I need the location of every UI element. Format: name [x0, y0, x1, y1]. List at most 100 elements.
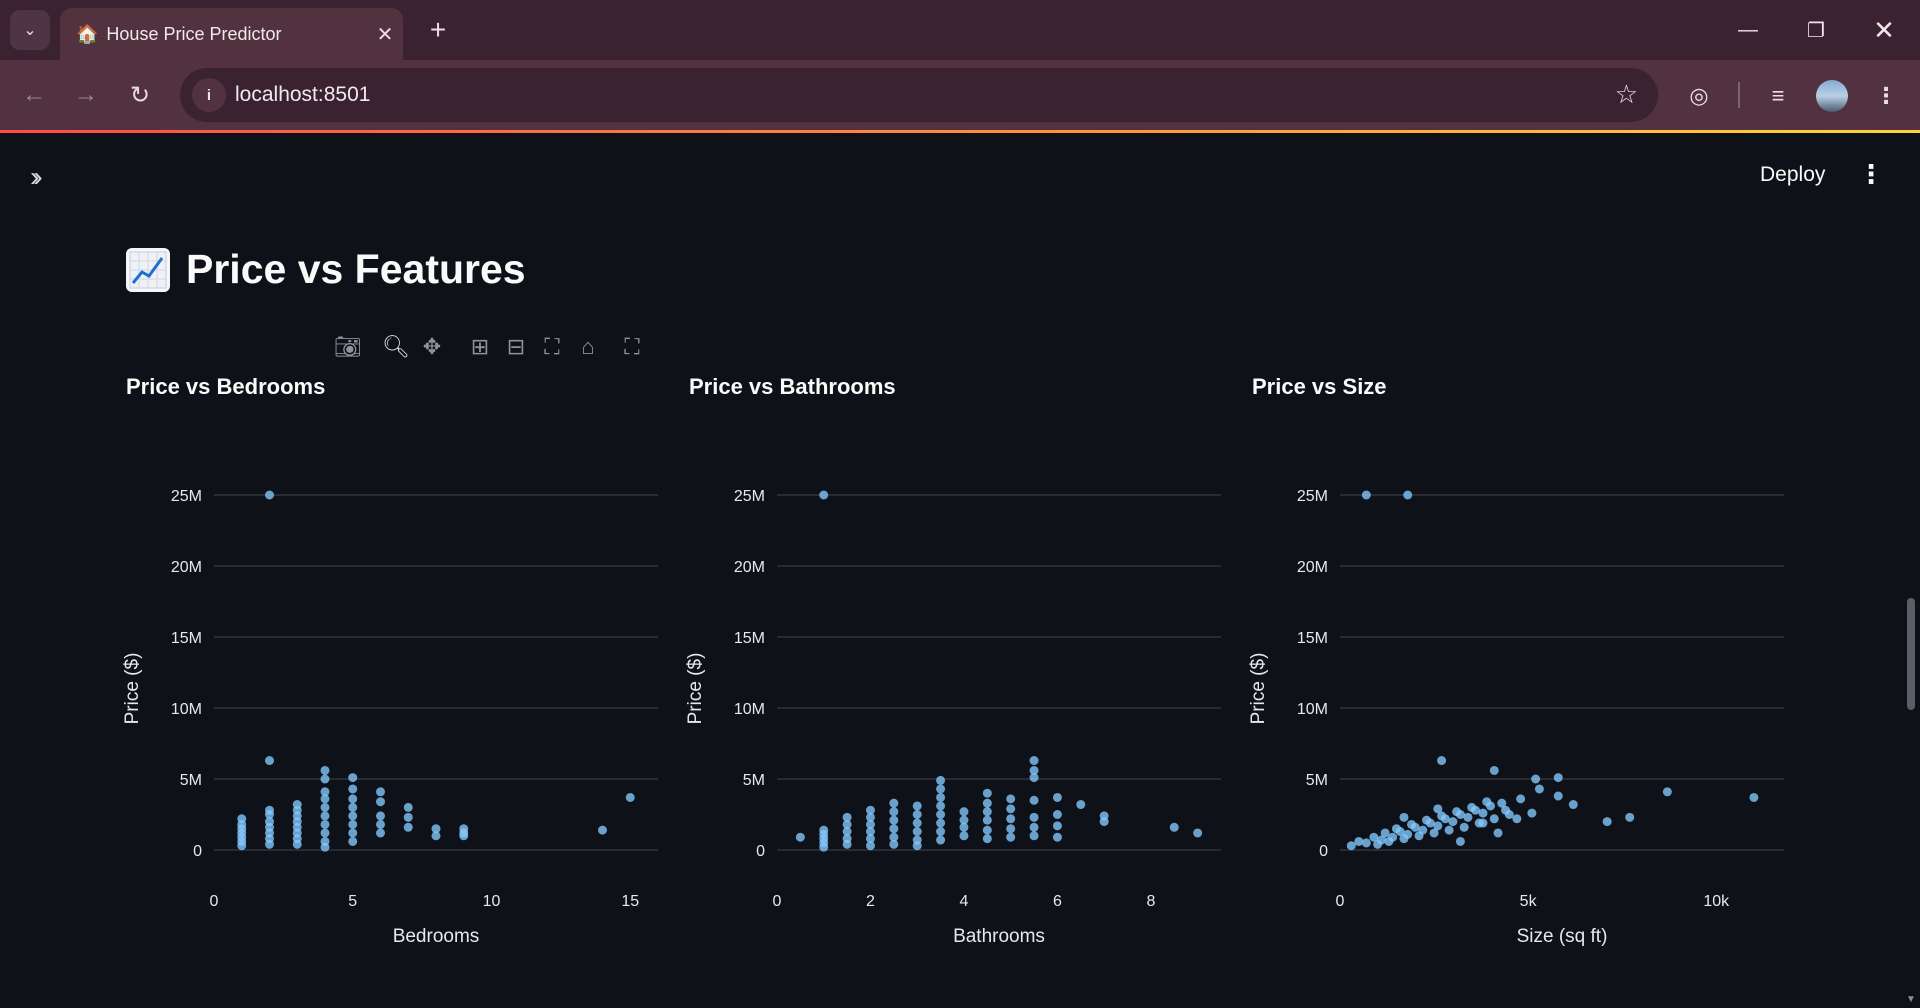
data-point[interactable] — [936, 818, 946, 828]
data-point[interactable] — [1006, 794, 1016, 804]
data-point[interactable] — [1006, 832, 1016, 842]
data-point[interactable] — [1512, 814, 1522, 824]
data-point[interactable] — [1193, 828, 1203, 838]
data-point[interactable] — [320, 842, 330, 852]
data-point[interactable] — [1006, 804, 1016, 814]
page-scrollbar[interactable] — [1907, 598, 1915, 710]
data-point[interactable] — [1052, 821, 1062, 831]
data-point[interactable] — [1437, 756, 1447, 766]
data-point[interactable] — [237, 814, 247, 824]
data-point[interactable] — [1568, 800, 1578, 810]
data-point[interactable] — [959, 822, 969, 832]
data-point[interactable] — [1029, 795, 1039, 805]
browser-menu-icon[interactable]: ⋮ — [1868, 78, 1904, 114]
data-point[interactable] — [1429, 828, 1439, 838]
data-point[interactable] — [1384, 836, 1394, 846]
data-point[interactable] — [320, 819, 330, 829]
data-point[interactable] — [912, 810, 922, 819]
close-window-button[interactable]: ✕ — [1850, 0, 1918, 60]
forward-button[interactable]: → — [66, 75, 106, 115]
data-point[interactable] — [376, 787, 385, 797]
data-point[interactable] — [1493, 828, 1503, 838]
data-point[interactable] — [1403, 490, 1413, 500]
data-point[interactable] — [265, 756, 274, 766]
close-tab-icon[interactable]: ✕ — [367, 22, 403, 47]
media-controls-icon[interactable]: ≡ — [1760, 78, 1796, 114]
data-point[interactable] — [1455, 836, 1465, 846]
data-point[interactable] — [936, 801, 946, 811]
data-point[interactable] — [1459, 822, 1469, 832]
back-button[interactable]: ← — [14, 75, 54, 115]
data-point[interactable] — [912, 801, 922, 811]
data-point[interactable] — [320, 794, 330, 804]
data-point[interactable] — [320, 765, 330, 775]
data-point[interactable] — [265, 839, 274, 849]
data-point[interactable] — [1006, 824, 1016, 834]
data-point[interactable] — [403, 802, 413, 812]
pan-icon[interactable]: ✥ — [414, 334, 450, 364]
zoom-out-icon[interactable]: ⊟ — [498, 334, 534, 364]
app-menu-icon[interactable]: ⋮ — [1858, 159, 1884, 190]
data-point[interactable] — [348, 802, 358, 812]
data-point[interactable] — [625, 792, 635, 802]
data-point[interactable] — [376, 797, 385, 807]
data-point[interactable] — [1361, 490, 1371, 500]
data-point[interactable] — [1516, 794, 1526, 804]
data-point[interactable] — [1527, 808, 1537, 818]
data-point[interactable] — [1482, 797, 1492, 807]
data-point[interactable] — [1029, 812, 1039, 822]
tab-search-button[interactable]: ⌄ — [10, 10, 50, 50]
data-point[interactable] — [403, 822, 413, 832]
data-point[interactable] — [936, 775, 946, 785]
data-point[interactable] — [795, 832, 805, 842]
data-point[interactable] — [1414, 831, 1424, 841]
deploy-button[interactable]: Deploy — [1760, 163, 1825, 187]
data-point[interactable] — [936, 810, 946, 819]
data-point[interactable] — [842, 839, 852, 849]
data-point[interactable] — [320, 774, 330, 784]
bookmark-star-icon[interactable]: ☆ — [1615, 79, 1638, 110]
data-point[interactable] — [1531, 774, 1541, 784]
data-point[interactable] — [1497, 798, 1507, 808]
data-point[interactable] — [1553, 773, 1563, 783]
zoom-icon[interactable]: 🔍︎ — [378, 334, 414, 364]
data-point[interactable] — [1029, 822, 1039, 832]
data-point[interactable] — [1448, 817, 1458, 827]
data-point[interactable] — [959, 807, 969, 817]
fullscreen-icon[interactable]: ⛶ — [614, 334, 650, 364]
data-point[interactable] — [819, 842, 829, 852]
data-point[interactable] — [1749, 792, 1759, 802]
data-point[interactable] — [1422, 815, 1432, 825]
restore-window-button[interactable]: ❐ — [1782, 0, 1850, 60]
browser-tab[interactable]: 🏠 House Price Predictor ✕ — [60, 8, 403, 60]
data-point[interactable] — [912, 841, 922, 851]
data-point[interactable] — [982, 834, 992, 844]
data-point[interactable] — [403, 812, 413, 822]
address-bar[interactable]: i localhost:8501 ☆ — [180, 68, 1658, 122]
data-point[interactable] — [1406, 819, 1416, 829]
reload-button[interactable]: ↻ — [120, 75, 160, 115]
data-point[interactable] — [1463, 812, 1473, 822]
data-point[interactable] — [1076, 800, 1086, 810]
data-point[interactable] — [936, 827, 946, 837]
data-point[interactable] — [348, 773, 358, 783]
data-point[interactable] — [1029, 773, 1039, 783]
data-point[interactable] — [982, 825, 992, 835]
data-point[interactable] — [431, 831, 441, 841]
data-point[interactable] — [348, 836, 358, 846]
data-point[interactable] — [1452, 807, 1462, 817]
data-point[interactable] — [889, 807, 899, 817]
data-point[interactable] — [959, 831, 969, 841]
data-point[interactable] — [265, 490, 274, 500]
data-point[interactable] — [348, 819, 358, 829]
data-point[interactable] — [1467, 802, 1477, 812]
data-point[interactable] — [1052, 792, 1062, 802]
data-point[interactable] — [889, 824, 899, 834]
scatter-plot-bathrooms[interactable]: 0 5M 10M 15M 20M 25M 0 2 4 6 8 Bathrooms Price ($) — [681, 470, 1231, 960]
data-point[interactable] — [912, 818, 922, 828]
minimize-window-button[interactable]: — — [1714, 0, 1782, 60]
data-point[interactable] — [1433, 804, 1443, 814]
data-point[interactable] — [1029, 756, 1039, 766]
data-point[interactable] — [936, 835, 946, 845]
data-point[interactable] — [376, 811, 385, 821]
